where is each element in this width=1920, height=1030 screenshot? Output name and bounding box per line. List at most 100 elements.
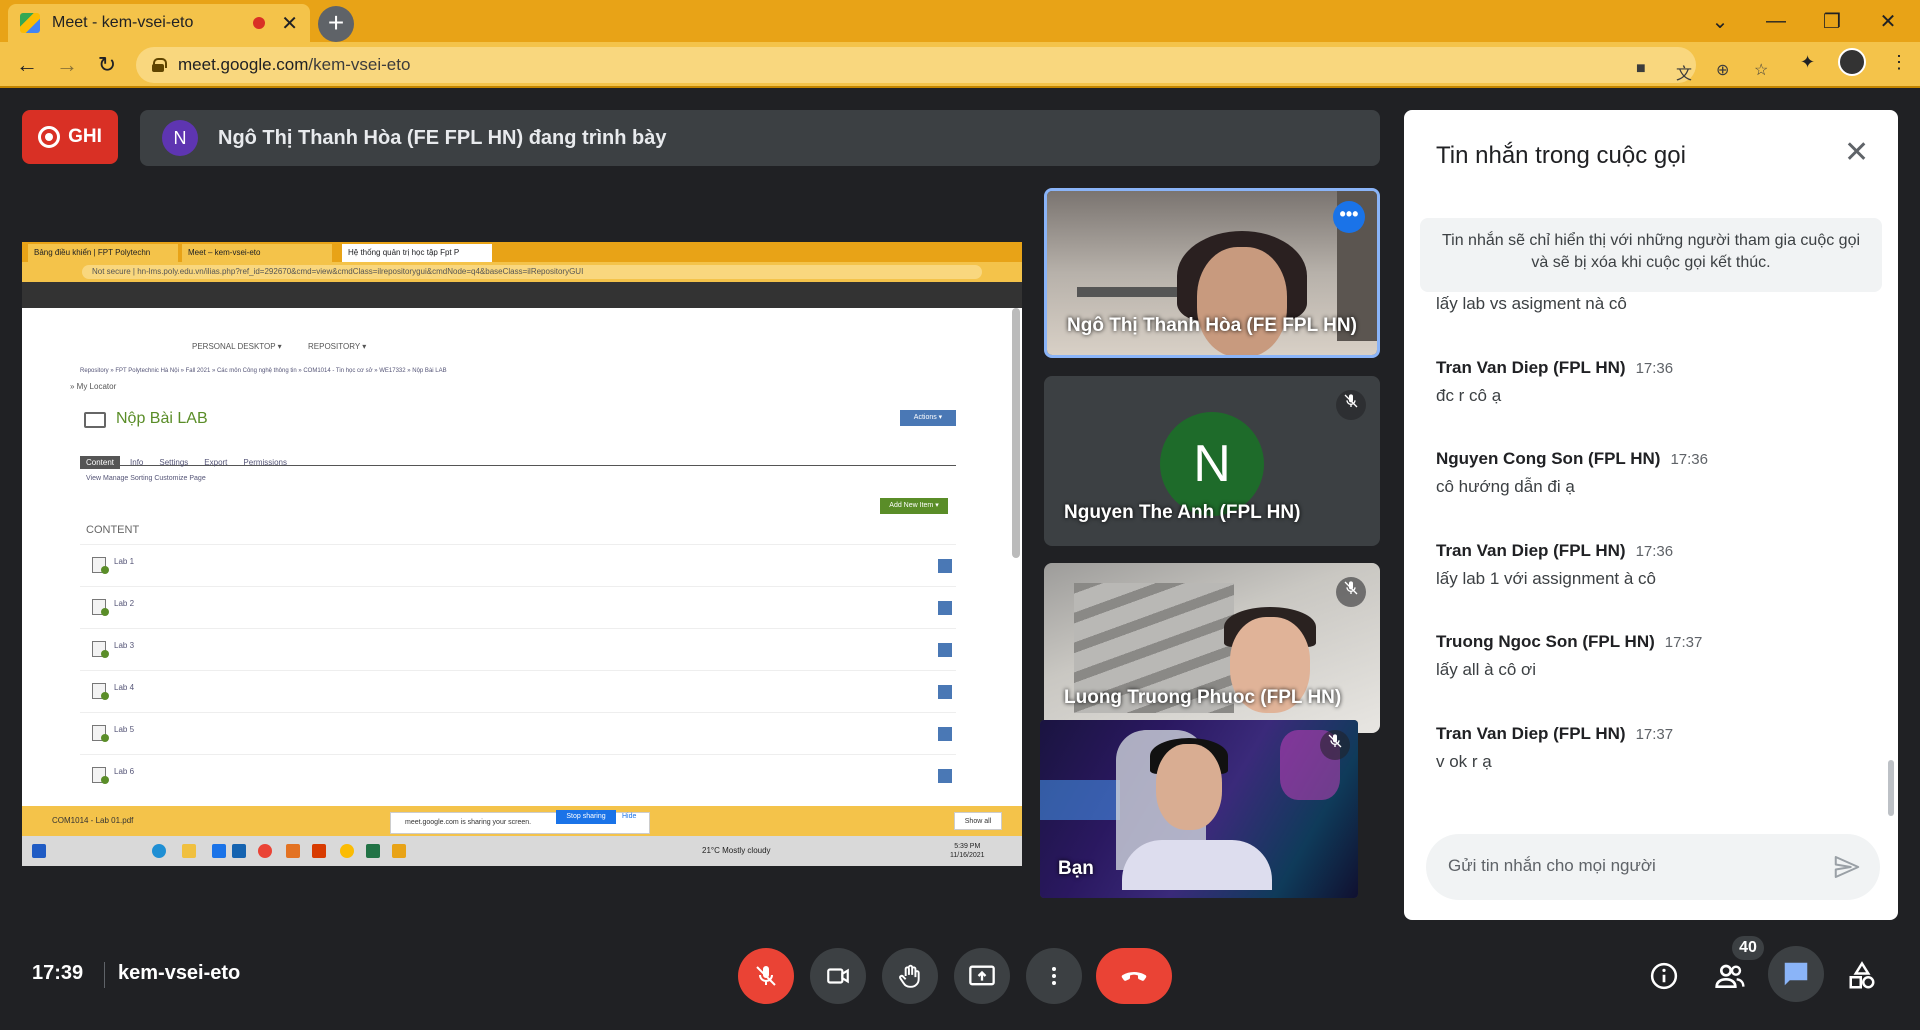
more-icon <box>1052 967 1056 985</box>
chat-time: 17:36 <box>1635 360 1674 377</box>
chat-message: Truong Ngoc Son (FPL HN) 17:37 lấy all à … <box>1436 632 1876 680</box>
chat-icon <box>1784 962 1808 986</box>
raise-hand-button[interactable] <box>882 948 938 1004</box>
forward-icon[interactable]: → <box>52 50 82 80</box>
shared-subtab: Export <box>204 458 228 467</box>
self-name: Bạn <box>1058 858 1094 879</box>
camera-in-use-icon[interactable]: ■ <box>1636 60 1646 78</box>
divider <box>104 962 105 988</box>
chat-input[interactable]: Gửi tin nhắn cho mọi người <box>1426 834 1880 900</box>
minimize-icon[interactable]: — <box>1748 0 1804 42</box>
browser-tab-meet[interactable]: Meet - kem-vsei-eto ✕ <box>8 4 310 42</box>
chat-time: 17:37 <box>1664 634 1703 651</box>
reload-icon[interactable]: ↻ <box>92 50 122 80</box>
chat-sender: Truong Ngoc Son (FPL HN) <box>1436 632 1655 651</box>
participant-tile-presenter[interactable]: ••• Ngô Thị Thanh Hòa (FE FPL HN) <box>1044 188 1380 358</box>
mic-off-icon <box>1320 730 1350 760</box>
bookmark-star-icon[interactable]: ☆ <box>1754 60 1768 80</box>
shared-url: Not secure | hn-lms.poly.edu.vn/ilias.ph… <box>82 265 982 279</box>
shared-subtab: Content <box>80 456 121 469</box>
url-text: meet.google.com/kem-vsei-eto <box>178 55 411 74</box>
shared-list-item: Lab 2 <box>80 586 956 626</box>
app-icon <box>392 844 406 858</box>
chat-message: Tran Van Diep (FPL HN) 17:36 đc r cô ạ <box>1436 358 1876 406</box>
chat-title: Tin nhắn trong cuộc gọi <box>1436 142 1686 169</box>
leave-call-icon <box>1121 972 1147 981</box>
shared-list-item: Lab 4 <box>80 670 956 710</box>
chat-button[interactable] <box>1768 946 1824 1002</box>
close-icon[interactable]: ✕ <box>1844 138 1869 168</box>
excel-icon <box>366 844 380 858</box>
shared-subnav: View Manage Sorting Customize Page <box>86 475 206 482</box>
shared-tab: Bảng điều khiển | FPT Polytechn <box>28 244 178 262</box>
shared-actions-button: Actions ▾ <box>900 410 956 426</box>
tab-search-icon[interactable]: ⌄ <box>1692 0 1748 42</box>
record-icon <box>38 126 61 148</box>
shared-hide: Hide <box>622 813 637 820</box>
participant-tile[interactable]: Luong Truong Phuoc (FPL HN) <box>1044 563 1380 733</box>
file-icon <box>92 557 109 574</box>
tab-close-icon[interactable]: ✕ <box>281 11 298 36</box>
shared-tab-strip: Bảng điều khiển | FPT Polytechn Meet – k… <box>22 242 1022 262</box>
present-button[interactable] <box>954 948 1010 1004</box>
back-icon[interactable]: ← <box>12 50 42 80</box>
dropdown-icon <box>938 601 952 615</box>
new-tab-button[interactable]: + <box>318 6 354 42</box>
shared-subtab: Permissions <box>243 458 287 467</box>
profile-avatar[interactable] <box>1838 48 1866 76</box>
store-icon <box>212 844 226 858</box>
chat-panel: Tin nhắn trong cuộc gọi ✕ Tin nhắn sẽ ch… <box>1404 110 1898 920</box>
send-icon[interactable] <box>1832 852 1862 882</box>
mail-icon <box>232 844 246 858</box>
shared-content-label: CONTENT <box>86 524 140 536</box>
extensions-icon[interactable]: ✦ <box>1800 52 1815 73</box>
camera-toggle-button[interactable] <box>810 948 866 1004</box>
chat-message-text: lấy all à cô ơi <box>1436 660 1536 679</box>
meeting-info-button[interactable] <box>1642 954 1686 998</box>
shared-list-item: Lab 6 <box>80 754 956 794</box>
restore-icon[interactable]: ❐ <box>1804 0 1860 42</box>
zoom-icon[interactable]: ⊕ <box>1716 60 1729 80</box>
record-badge[interactable]: GHI <box>22 110 118 164</box>
file-icon <box>92 683 109 700</box>
meeting-code: kem-vsei-eto <box>118 962 241 984</box>
leave-call-button[interactable] <box>1096 948 1172 1004</box>
clock-time: 17:39 <box>32 962 84 984</box>
activities-button[interactable] <box>1840 954 1884 998</box>
shared-list-item: Lab 3 <box>80 628 956 668</box>
chat-message-text: cô hướng dẫn đi ạ <box>1436 477 1575 496</box>
shared-download-file: COM1014 - Lab 01.pdf <box>52 816 134 825</box>
chat-sender: Tran Van Diep (FPL HN) <box>1436 541 1626 560</box>
shared-subtabs: Content Info Settings Export Permissions <box>80 452 956 469</box>
address-bar[interactable]: meet.google.com/kem-vsei-eto ■ 文 ⊕ ☆ <box>136 47 1768 84</box>
shared-address-bar: Not secure | hn-lms.poly.edu.vn/ilias.ph… <box>22 262 1022 282</box>
shared-subtab: Settings <box>159 458 189 467</box>
participant-tile[interactable]: N Nguyen The Anh (FPL HN) <box>1044 376 1380 546</box>
chrome-menu-icon[interactable]: ⋮ <box>1890 52 1908 73</box>
self-view-tile[interactable]: Bạn <box>1040 720 1358 898</box>
more-options-button[interactable] <box>1026 948 1082 1004</box>
recording-dot-icon <box>253 17 266 29</box>
dropdown-icon <box>938 769 952 783</box>
shared-page-title: Nộp Bài LAB <box>116 410 208 427</box>
chat-sender: Nguyen Cong Son (FPL HN) <box>1436 449 1661 468</box>
more-options-icon[interactable]: ••• <box>1333 201 1365 233</box>
chat-scrollbar[interactable] <box>1888 760 1894 816</box>
chat-time: 17:37 <box>1635 726 1674 743</box>
chat-message-text: lấy lab vs asigment nà cô <box>1436 296 1627 313</box>
people-button[interactable] <box>1708 954 1752 998</box>
people-icon <box>1715 964 1745 988</box>
browser-toolbar: ← → ↻ meet.google.com/kem-vsei-eto ■ 文 ⊕… <box>0 42 1920 88</box>
mic-off-icon <box>1336 577 1366 607</box>
chat-message-text: v ok r ạ <box>1436 752 1492 771</box>
mic-toggle-button[interactable] <box>738 948 794 1004</box>
shared-clock: 5:39 PM 11/16/2021 <box>950 843 985 859</box>
shared-menu-item: PERSONAL DESKTOP ▾ <box>192 342 282 351</box>
chat-message-text: đc r cô ạ <box>1436 386 1502 405</box>
shared-stop-sharing: Stop sharing <box>556 810 616 824</box>
shared-screen: Bảng điều khiển | FPT Polytechn Meet – k… <box>22 242 1022 866</box>
translate-icon[interactable]: 文 <box>1676 60 1692 84</box>
participant-avatar: N <box>1160 412 1264 516</box>
close-window-icon[interactable]: ✕ <box>1860 0 1916 42</box>
office-icon <box>312 844 326 858</box>
